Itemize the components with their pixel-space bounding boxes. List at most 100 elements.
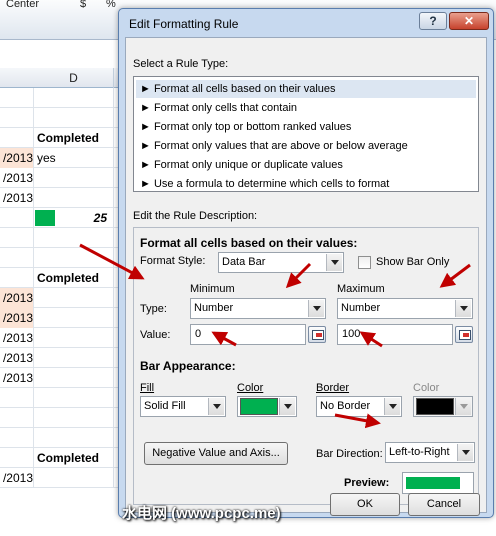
fill-color-picker[interactable]	[237, 396, 297, 417]
cell-c[interactable]: /2013	[0, 148, 34, 168]
fill-color-label: Color	[237, 382, 264, 394]
format-style-dropdown[interactable]: Data Bar	[218, 252, 344, 273]
rule-type-item[interactable]: ► Use a formula to determine which cells…	[136, 175, 476, 193]
cell-d[interactable]	[34, 308, 114, 328]
bar-direction-label: Bar Direction:	[316, 448, 383, 460]
cell-c[interactable]: /2013	[0, 368, 34, 388]
close-button[interactable]: ✕	[449, 12, 489, 30]
fill-label: Fill	[140, 382, 155, 394]
chevron-down-icon[interactable]	[384, 398, 400, 415]
border-dropdown[interactable]: No Border	[316, 396, 402, 417]
minimum-label: Minimum	[190, 283, 235, 295]
fill-dropdown[interactable]: Solid Fill	[140, 396, 226, 417]
cell-d[interactable]	[34, 168, 114, 188]
range-select-icon[interactable]	[455, 326, 473, 343]
cell-c[interactable]: /2013	[0, 468, 34, 488]
cell-c[interactable]	[0, 128, 34, 148]
table-row: /2013 yes	[0, 148, 130, 168]
cell-d[interactable]: Completed	[34, 128, 114, 148]
cell-d[interactable]: yes	[34, 148, 114, 168]
cell-d[interactable]	[34, 328, 114, 348]
table-row: 25	[0, 208, 130, 228]
cell-d[interactable]: Completed	[34, 448, 114, 468]
bar-direction-dropdown[interactable]: Left-to-Right	[385, 442, 475, 463]
help-button[interactable]: ?	[419, 12, 447, 30]
rule-type-item[interactable]: ► Format only top or bottom ranked value…	[136, 118, 476, 136]
cell-c[interactable]	[0, 228, 34, 248]
cell-c[interactable]: /2013	[0, 348, 34, 368]
data-bar	[35, 210, 55, 226]
cell-d[interactable]	[34, 88, 114, 108]
show-bar-only-label: Show Bar Only	[376, 256, 450, 268]
cell-d[interactable]	[34, 468, 114, 488]
value-label: Value:	[140, 329, 171, 341]
cell-d[interactable]	[34, 408, 114, 428]
cell-d[interactable]: 25	[34, 208, 114, 228]
chevron-down-icon[interactable]	[455, 300, 471, 317]
preview-data-bar	[406, 477, 460, 489]
chevron-down-icon[interactable]	[279, 398, 295, 415]
max-type-dropdown[interactable]: Number	[337, 298, 473, 319]
max-value-input[interactable]: 100	[337, 324, 453, 345]
cell-c[interactable]	[0, 448, 34, 468]
negative-value-axis-button[interactable]: Negative Value and Axis...	[144, 442, 288, 465]
range-select-icon[interactable]	[308, 326, 326, 343]
chevron-down-icon[interactable]	[208, 398, 224, 415]
cell-c[interactable]: /2013	[0, 188, 34, 208]
column-header-d[interactable]: D	[34, 68, 114, 88]
rule-type-item[interactable]: ► Format only cells that contain	[136, 99, 476, 117]
ribbon-currency[interactable]: $	[80, 0, 86, 10]
table-row	[0, 108, 130, 128]
cell-d[interactable]	[34, 348, 114, 368]
watermark-text: 水电网 (www.pcpc.me)	[122, 505, 281, 522]
cell-c[interactable]: /2013	[0, 308, 34, 328]
chevron-down-icon[interactable]	[457, 444, 473, 461]
ok-button[interactable]: OK	[330, 493, 400, 516]
cell-d[interactable]	[34, 368, 114, 388]
cell-c[interactable]	[0, 428, 34, 448]
cell-d[interactable]	[34, 108, 114, 128]
table-row: /2013	[0, 288, 130, 308]
edit-rule-description-label: Edit the Rule Description:	[133, 210, 258, 222]
dialog-titlebar[interactable]: Edit Formatting Rule ? ✕	[119, 9, 493, 37]
preview-label: Preview:	[344, 477, 390, 489]
cell-d[interactable]	[34, 228, 114, 248]
dialog-body: Select a Rule Type: ► Format all cells b…	[125, 37, 487, 516]
cell-d[interactable]: Completed	[34, 268, 114, 288]
rule-type-item[interactable]: ► Format all cells based on their values	[136, 80, 476, 98]
ribbon-percent[interactable]: %	[106, 0, 116, 10]
min-value-input[interactable]: 0	[190, 324, 306, 345]
cancel-button[interactable]: Cancel	[408, 493, 480, 516]
cell-c[interactable]	[0, 408, 34, 428]
cell-d[interactable]	[34, 428, 114, 448]
cell-c[interactable]	[0, 88, 34, 108]
chevron-down-icon[interactable]	[326, 254, 342, 271]
cell-d[interactable]	[34, 188, 114, 208]
cell-c[interactable]	[0, 108, 34, 128]
format-style-value: Data Bar	[222, 256, 266, 268]
select-rule-type-label: Select a Rule Type:	[133, 58, 229, 70]
cell-c[interactable]	[0, 268, 34, 288]
edit-formatting-rule-dialog: Edit Formatting Rule ? ✕ Select a Rule T…	[118, 8, 494, 518]
cell-d[interactable]	[34, 388, 114, 408]
cell-c[interactable]: /2013	[0, 328, 34, 348]
rule-type-item[interactable]: ► Format only values that are above or b…	[136, 137, 476, 155]
chevron-down-icon	[455, 398, 471, 415]
rule-type-list[interactable]: ► Format all cells based on their values…	[133, 76, 479, 192]
cell-c[interactable]	[0, 388, 34, 408]
cell-c[interactable]: /2013	[0, 288, 34, 308]
cell-c[interactable]	[0, 208, 34, 228]
table-row: /2013	[0, 468, 130, 488]
cell-c[interactable]	[0, 248, 34, 268]
cell-d[interactable]	[34, 288, 114, 308]
table-row: /2013	[0, 348, 130, 368]
min-type-dropdown[interactable]: Number	[190, 298, 326, 319]
cell-d[interactable]	[34, 248, 114, 268]
ribbon-merge-center[interactable]: Center	[6, 0, 39, 10]
show-bar-only-checkbox[interactable]	[358, 256, 371, 269]
rule-type-item[interactable]: ► Format only unique or duplicate values	[136, 156, 476, 174]
chevron-down-icon[interactable]	[308, 300, 324, 317]
format-style-label: Format Style:	[140, 255, 206, 267]
table-row	[0, 428, 130, 448]
cell-c[interactable]: /2013	[0, 168, 34, 188]
